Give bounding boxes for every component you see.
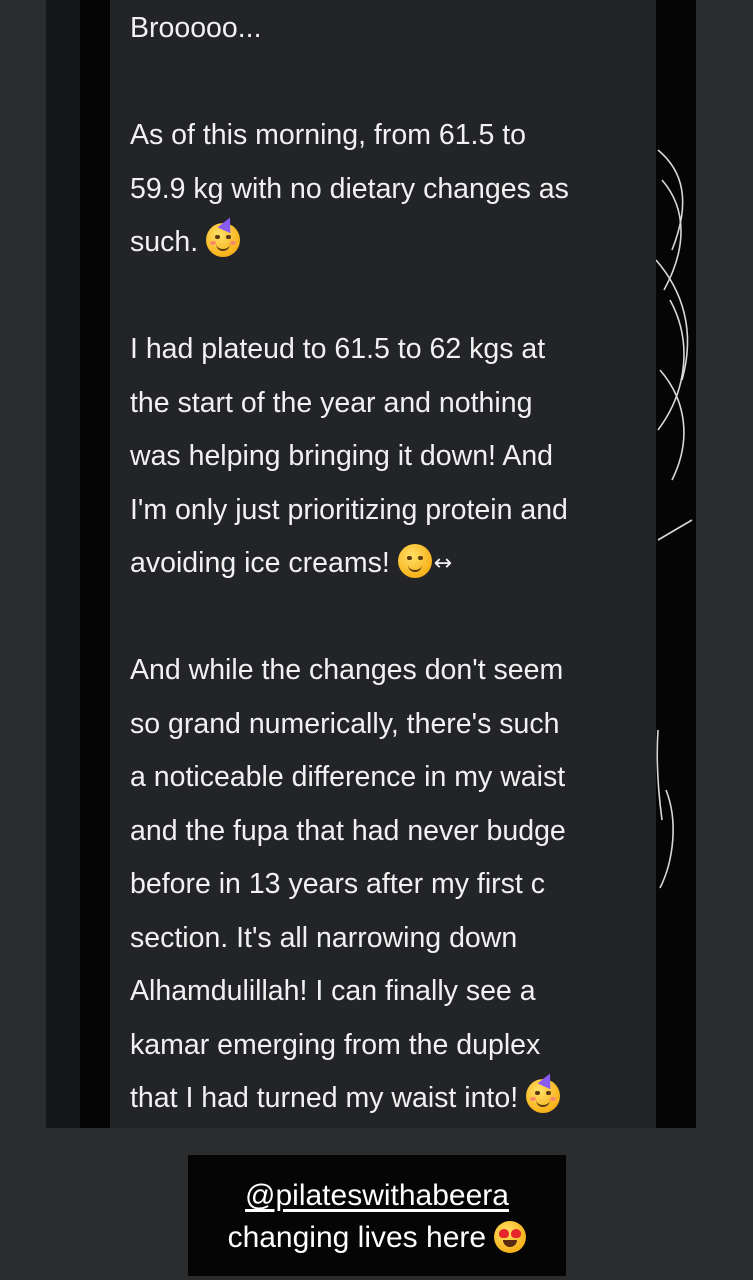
message-line: As of this morning, from 61.5 to bbox=[130, 119, 527, 151]
message-line: so grand numerically, there's such bbox=[130, 707, 560, 740]
message-line: I'm only just prioritizing protein and bbox=[130, 493, 568, 526]
message-bubble: Brooooo... As of this morning, from 61.5… bbox=[110, 0, 656, 1128]
mention-link[interactable]: @pilateswithabeera bbox=[188, 1179, 566, 1213]
message-line: a noticeable difference in my waist bbox=[130, 761, 566, 793]
message-text: Brooooo... As of this morning, from 61.5… bbox=[130, 2, 642, 1126]
slightly-smiling-face-icon bbox=[397, 544, 432, 578]
story-caption: @pilateswithabeera changing lives here bbox=[188, 1155, 566, 1276]
message-line-with-emoji: such. bbox=[130, 214, 642, 270]
message-line: before in 13 years after my first c bbox=[130, 868, 545, 900]
message-line-text: such. bbox=[130, 226, 199, 258]
message-line-with-emoji: that I had turned my waist into! bbox=[130, 1070, 642, 1126]
caption-text-line: changing lives here bbox=[188, 1221, 566, 1255]
partying-face-icon bbox=[206, 214, 241, 257]
decorative-leaf-illustration bbox=[655, 149, 693, 889]
caption-text: changing lives here bbox=[227, 1221, 487, 1254]
message-line: was helping bringing it down! And bbox=[130, 440, 554, 472]
message-line: And while the changes don't seem bbox=[130, 654, 564, 686]
message-line-with-emoji: avoiding ice creams! ↔ bbox=[130, 537, 642, 591]
message-line: and the fupa that had never budge bbox=[130, 814, 566, 847]
message-line: the start of the year and nothing bbox=[130, 386, 533, 419]
left-right-arrow-icon: ↔ bbox=[433, 551, 453, 576]
message-line: section. It's all narrowing down bbox=[130, 921, 518, 954]
message-line-text: that I had turned my waist into! bbox=[130, 1082, 519, 1114]
background-strip bbox=[46, 0, 82, 1128]
message-line: Brooooo... bbox=[130, 12, 262, 44]
message-line: Alhamdulillah! I can finally see a bbox=[130, 975, 536, 1007]
heart-eyes-icon bbox=[494, 1221, 527, 1253]
message-line: kamar emerging from the duplex bbox=[130, 1028, 541, 1061]
background-border-left bbox=[80, 0, 110, 1128]
message-line-text: avoiding ice creams! bbox=[130, 547, 390, 579]
message-line: I had plateud to 61.5 to 62 kgs at bbox=[130, 333, 546, 365]
message-line: 59.9 kg with no dietary changes as bbox=[130, 172, 569, 205]
partying-face-icon bbox=[526, 1070, 561, 1113]
